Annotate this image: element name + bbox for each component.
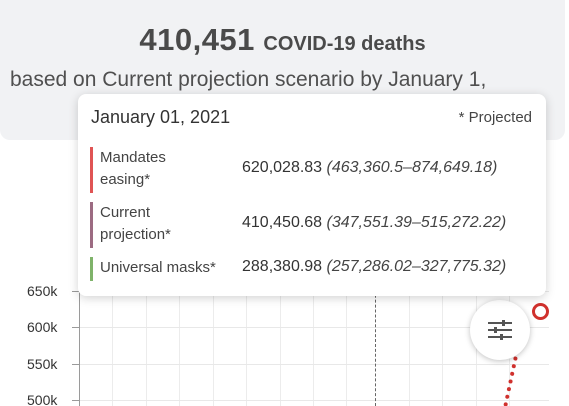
y-tick-label: 550k <box>27 356 58 372</box>
series-value-range: (463,360.5–874,649.18) <box>326 159 498 176</box>
series-name: Current projection* <box>100 202 171 246</box>
sliders-icon <box>488 320 512 340</box>
chart-settings-button[interactable] <box>470 300 530 360</box>
grid-line-vertical <box>179 280 180 406</box>
series-name-line: projection* <box>100 226 171 243</box>
series-value-number: 288,380.98 <box>242 258 323 275</box>
series-value: 288,380.98 (257,286.02–327,775.32) <box>242 258 506 276</box>
y-tick-mark <box>72 364 79 365</box>
y-tick-mark <box>72 327 79 328</box>
series-value: 620,028.83 (463,360.5–874,649.18) <box>242 159 497 177</box>
tooltip-date: January 01, 2021 <box>91 107 231 127</box>
death-count-label: COVID-19 deaths <box>263 33 426 55</box>
grid-line-vertical <box>146 280 147 406</box>
series-value-number: 410,450.68 <box>242 214 323 231</box>
series-value-range: (257,286.02–327,775.32) <box>326 258 507 275</box>
series-name: Mandates easing* <box>100 147 166 191</box>
y-tick-label: 650k <box>27 283 58 299</box>
series-value-range: (347,551.39–515,272.22) <box>326 214 507 231</box>
series-color-bar <box>90 257 93 281</box>
today-marker-line <box>375 280 376 406</box>
tooltip-projected-note: * Projected <box>458 109 532 126</box>
page: 410,451 COVID-19 deaths based on Current… <box>0 0 569 406</box>
series-color-bar <box>90 202 93 248</box>
grid-line-550k <box>79 364 549 365</box>
tooltip-row-universal-masks: Universal masks* 288,380.98 (257,286.02–… <box>90 257 540 281</box>
y-axis <box>79 280 80 406</box>
grid-line-500k <box>79 400 549 401</box>
y-tick-label: 600k <box>27 319 58 335</box>
grid-line-vertical <box>213 280 214 406</box>
headline: 410,451 COVID-19 deaths <box>0 22 565 58</box>
grid-line-vertical <box>246 280 247 406</box>
grid-line-vertical <box>409 280 410 406</box>
data-point-marker[interactable] <box>532 303 549 320</box>
series-value: 410,450.68 (347,551.39–515,272.22) <box>242 214 506 232</box>
grid-line-vertical <box>280 280 281 406</box>
grid-line-vertical <box>313 280 314 406</box>
y-tick-label: 500k <box>27 392 58 406</box>
tooltip-row-current-projection: Current projection* 410,450.68 (347,551.… <box>90 202 540 248</box>
death-count: 410,451 <box>139 22 255 57</box>
series-name: Universal masks* <box>100 259 216 276</box>
grid-line-vertical <box>112 280 113 406</box>
grid-line-vertical <box>346 280 347 406</box>
series-name-line: easing* <box>100 171 151 188</box>
chart-tooltip: January 01, 2021 * Projected Mandates ea… <box>78 94 546 296</box>
series-name-line: Mandates <box>100 149 166 166</box>
y-tick-mark <box>72 400 79 401</box>
tooltip-row-mandates-easing: Mandates easing* 620,028.83 (463,360.5–8… <box>90 147 540 193</box>
series-name-line: Current <box>100 204 151 221</box>
scenario-subtitle: based on Current projection scenario by … <box>10 68 487 91</box>
grid-line-vertical <box>442 280 443 406</box>
series-value-number: 620,028.83 <box>242 159 323 176</box>
series-color-bar <box>90 147 93 193</box>
